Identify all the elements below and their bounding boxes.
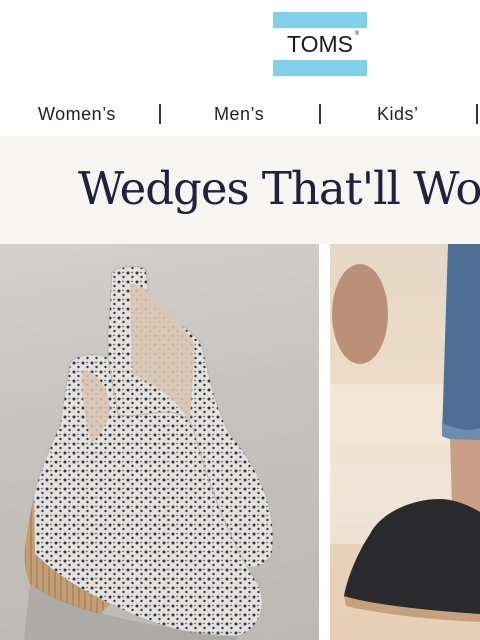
hero-band: Wedges That'll Wow bbox=[0, 136, 480, 244]
nav-divider bbox=[476, 104, 478, 124]
logo-registered-mark: ® bbox=[354, 31, 359, 37]
nav-item-kids[interactable]: Kids’ bbox=[377, 92, 419, 136]
speckled-booties-illustration bbox=[24, 265, 274, 640]
black-bootie-illustration bbox=[330, 244, 480, 640]
logo-bottom-bar bbox=[273, 60, 367, 76]
toms-logo[interactable]: TOMS ® bbox=[273, 12, 367, 76]
nav-divider bbox=[159, 104, 161, 124]
nav-item-mens[interactable]: Men’s bbox=[214, 92, 264, 136]
nav-divider bbox=[319, 104, 321, 124]
hero-headline: Wedges That'll Wow bbox=[78, 162, 480, 215]
logo-wordmark: TOMS bbox=[286, 30, 354, 57]
product-photo-speckled-booties[interactable] bbox=[0, 244, 319, 640]
product-photo-black-bootie[interactable] bbox=[330, 244, 480, 640]
logo-top-bar bbox=[273, 12, 367, 28]
nav-item-womens[interactable]: Women’s bbox=[38, 92, 116, 136]
main-nav: Women’s Men’s Kids’ bbox=[0, 92, 480, 136]
header: TOMS ® bbox=[0, 0, 480, 92]
